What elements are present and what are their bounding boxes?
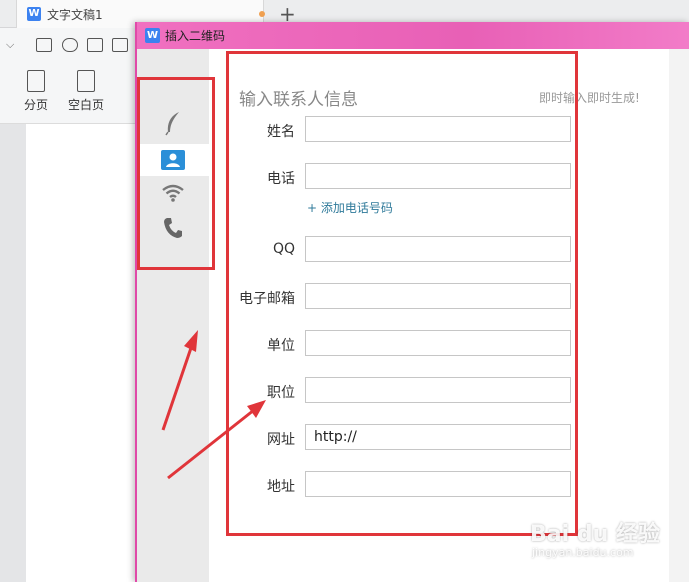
watermark: Bai du 经验 jingyan.baidu.com: [530, 516, 680, 566]
watermark-logo: Bai du 经验: [530, 522, 660, 547]
arrow-to-form: [167, 400, 266, 480]
screen: W 文字文稿1 + ⌵ 分页 空白页 W 插入二维码 输入联系人信息 即时输入即…: [0, 0, 689, 582]
annotation-arrows: [161, 330, 266, 480]
watermark-url: jingyan.baidu.com: [532, 546, 634, 559]
arrow-to-sidebar: [161, 330, 198, 431]
